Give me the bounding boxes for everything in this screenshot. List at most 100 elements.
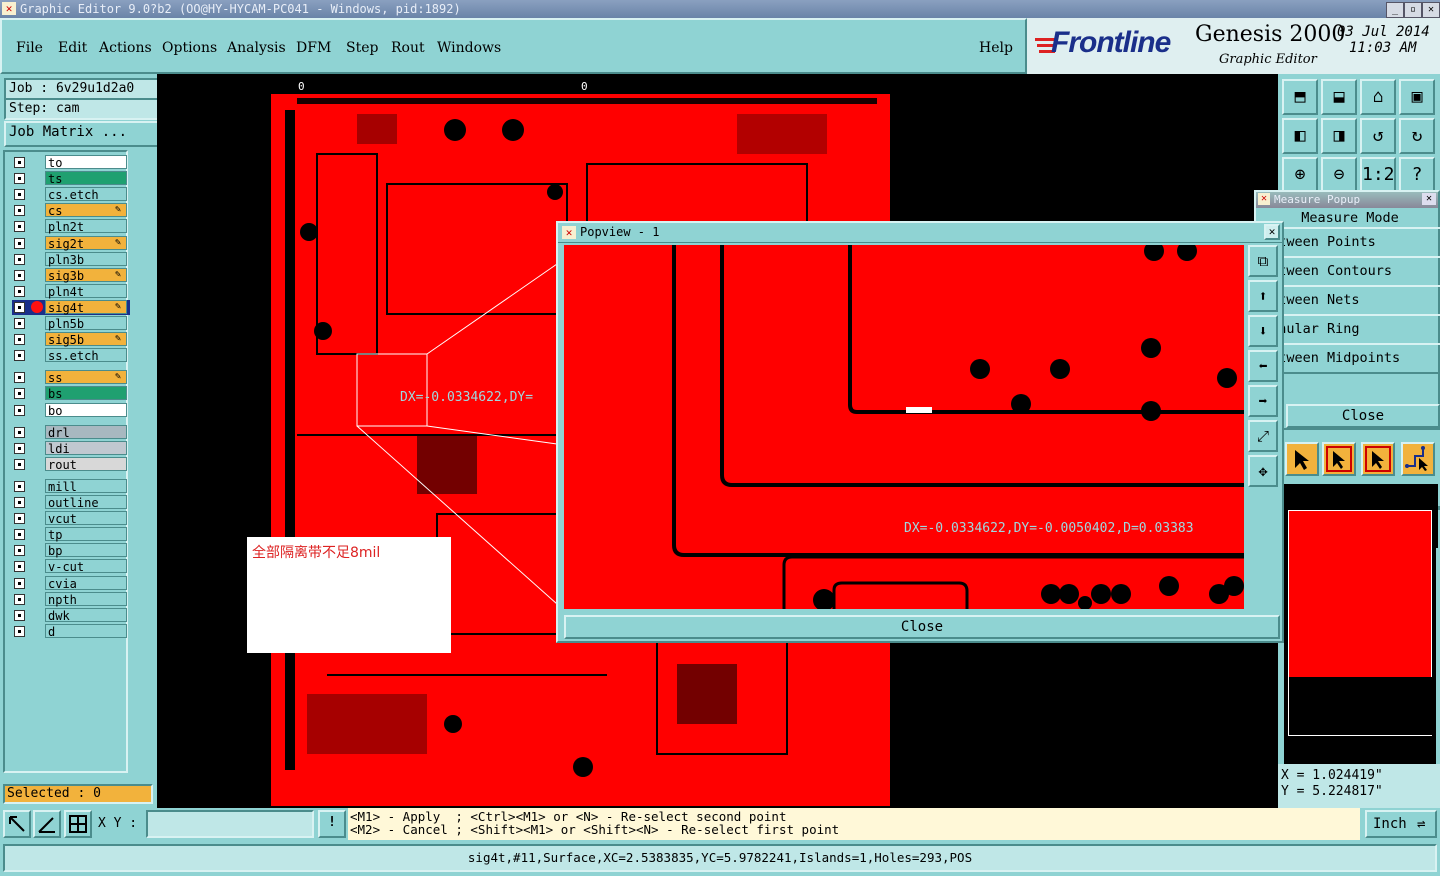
pop-pan-up-button[interactable]: ⬆	[1248, 280, 1278, 312]
layer-name[interactable]: ts	[45, 171, 127, 186]
edge-pointer-button[interactable]	[1361, 442, 1395, 476]
mode-between-midpoints[interactable]: Between Midpoints	[1260, 343, 1440, 374]
mode-annular-ring[interactable]: Annular Ring	[1260, 314, 1440, 345]
layer-checkbox[interactable]	[14, 443, 25, 454]
layer-name[interactable]: npth	[45, 592, 127, 607]
layer-checkbox[interactable]	[14, 513, 25, 524]
layer-checkbox[interactable]	[14, 270, 25, 281]
pop-pan-left-button[interactable]: ⬅	[1248, 350, 1278, 382]
fit-window-button[interactable]: ▣	[1399, 79, 1435, 115]
snap-off-button[interactable]	[3, 810, 31, 838]
layer-name[interactable]: drl	[45, 425, 127, 440]
layer-name[interactable]: ldi	[45, 441, 127, 456]
redraw-button[interactable]: ↻	[1399, 118, 1435, 154]
popview-close-button[interactable]: Close	[564, 615, 1280, 639]
layer-name[interactable]: tp	[45, 527, 127, 542]
layer-name[interactable]: v-cut	[45, 559, 127, 574]
units-selector[interactable]: Inch ⇌	[1365, 810, 1437, 838]
mode-between-points[interactable]: Between Points	[1260, 227, 1440, 258]
pop-pan-right-button[interactable]: ➡	[1248, 385, 1278, 417]
layer-checkbox[interactable]	[14, 157, 25, 168]
layer-checkbox[interactable]	[14, 221, 25, 232]
layer-checkbox[interactable]	[14, 405, 25, 416]
menu-rout[interactable]: Rout	[391, 40, 425, 56]
layer-checkbox[interactable]	[14, 350, 25, 361]
mode-between-contours[interactable]: Between Contours	[1260, 256, 1440, 287]
layer-row[interactable]: sig4t ✎	[12, 300, 130, 315]
layer-checkbox[interactable]	[14, 302, 25, 313]
layer-row[interactable]: d	[12, 624, 130, 639]
layer-row[interactable]: sig5b ✎	[12, 332, 130, 347]
layer-checkbox[interactable]	[14, 497, 25, 508]
layer-checkbox[interactable]	[14, 238, 25, 249]
menu-options[interactable]: Options	[162, 40, 217, 56]
layer-row[interactable]: pln5b	[12, 316, 130, 331]
snap-pointer-button[interactable]	[1322, 442, 1356, 476]
layer-name[interactable]: bs	[45, 386, 127, 401]
layer-checkbox[interactable]	[14, 578, 25, 589]
layer-row[interactable]: to	[12, 155, 130, 170]
layer-name[interactable]: rout	[45, 457, 127, 472]
layer-name[interactable]: bp	[45, 543, 127, 558]
measure-close-button[interactable]: Close	[1286, 404, 1440, 428]
layer-checkbox[interactable]	[14, 372, 25, 383]
layer-checkbox[interactable]	[14, 205, 25, 216]
info-button[interactable]: !	[318, 810, 346, 838]
select-pointer-button[interactable]	[1285, 442, 1319, 476]
menu-file[interactable]: File	[16, 40, 43, 56]
layer-row[interactable]: ss.etch	[12, 348, 130, 363]
pan-left-button[interactable]: ◧	[1282, 118, 1318, 154]
layer-checkbox[interactable]	[14, 626, 25, 637]
home-button[interactable]: ⌂	[1360, 79, 1396, 115]
xy-input[interactable]	[146, 810, 314, 838]
layer-row[interactable]: outline	[12, 495, 130, 510]
zoom-home-button[interactable]: ⬒	[1282, 79, 1318, 115]
layer-row[interactable]: pln4t	[12, 284, 130, 299]
layer-row[interactable]: tp	[12, 527, 130, 542]
menu-edit[interactable]: Edit	[58, 40, 87, 56]
menu-actions[interactable]: Actions	[99, 40, 152, 56]
layer-row[interactable]: bp	[12, 543, 130, 558]
close-window-button[interactable]: ✕	[1422, 2, 1440, 18]
pan-right-button[interactable]: ◨	[1321, 118, 1357, 154]
menu-help[interactable]: Help	[979, 40, 1013, 56]
layer-name[interactable]: dwk	[45, 608, 127, 623]
layer-row[interactable]: v-cut	[12, 559, 130, 574]
layer-row[interactable]: mill	[12, 479, 130, 494]
zoom-in-button[interactable]: ⊕	[1282, 157, 1318, 193]
angle-snap-button[interactable]	[33, 810, 61, 838]
layer-name[interactable]: bo	[45, 403, 127, 418]
layer-checkbox[interactable]	[14, 594, 25, 605]
layer-checkbox[interactable]	[14, 545, 25, 556]
menu-analysis[interactable]: Analysis	[227, 40, 286, 56]
layer-row[interactable]: bs	[12, 386, 130, 401]
layer-checkbox[interactable]	[14, 334, 25, 345]
mode-between-nets[interactable]: Between Nets	[1260, 285, 1440, 316]
layer-row[interactable]: bo	[12, 403, 130, 418]
ratio-button[interactable]: 1:2	[1360, 157, 1396, 193]
layer-row[interactable]: cs ✎	[12, 203, 130, 218]
layer-row[interactable]: pln3b	[12, 252, 130, 267]
layer-row[interactable]: pln2t	[12, 219, 130, 234]
zoom-out-button[interactable]: ⊖	[1321, 157, 1357, 193]
layer-row[interactable]: npth	[12, 592, 130, 607]
layer-checkbox[interactable]	[14, 388, 25, 399]
layer-name[interactable]: mill	[45, 479, 127, 494]
layer-row[interactable]: dwk	[12, 608, 130, 623]
layer-name[interactable]: pln3b	[45, 252, 127, 267]
zoom-area-button[interactable]: ↺	[1360, 118, 1396, 154]
job-matrix-button[interactable]: Job Matrix ...	[4, 121, 159, 147]
measure-popup-close-icon[interactable]: ✕	[1422, 193, 1436, 205]
layer-row[interactable]: sig3b ✎	[12, 268, 130, 283]
menu-dfm[interactable]: DFM	[296, 40, 331, 56]
help-button[interactable]: ?	[1399, 157, 1435, 193]
popview-canvas[interactable]: DX=-0.0334622,DY=-0.0050402,D=0.03383	[564, 245, 1244, 609]
pop-pan-down-button[interactable]: ⬇	[1248, 315, 1278, 347]
minimize-button[interactable]: _	[1386, 2, 1404, 18]
layer-row[interactable]: ts	[12, 171, 130, 186]
menu-windows[interactable]: Windows	[437, 40, 501, 56]
layer-checkbox[interactable]	[14, 254, 25, 265]
layer-name[interactable]: outline	[45, 495, 127, 510]
layer-checkbox[interactable]	[14, 529, 25, 540]
net-pointer-button[interactable]	[1401, 442, 1435, 476]
